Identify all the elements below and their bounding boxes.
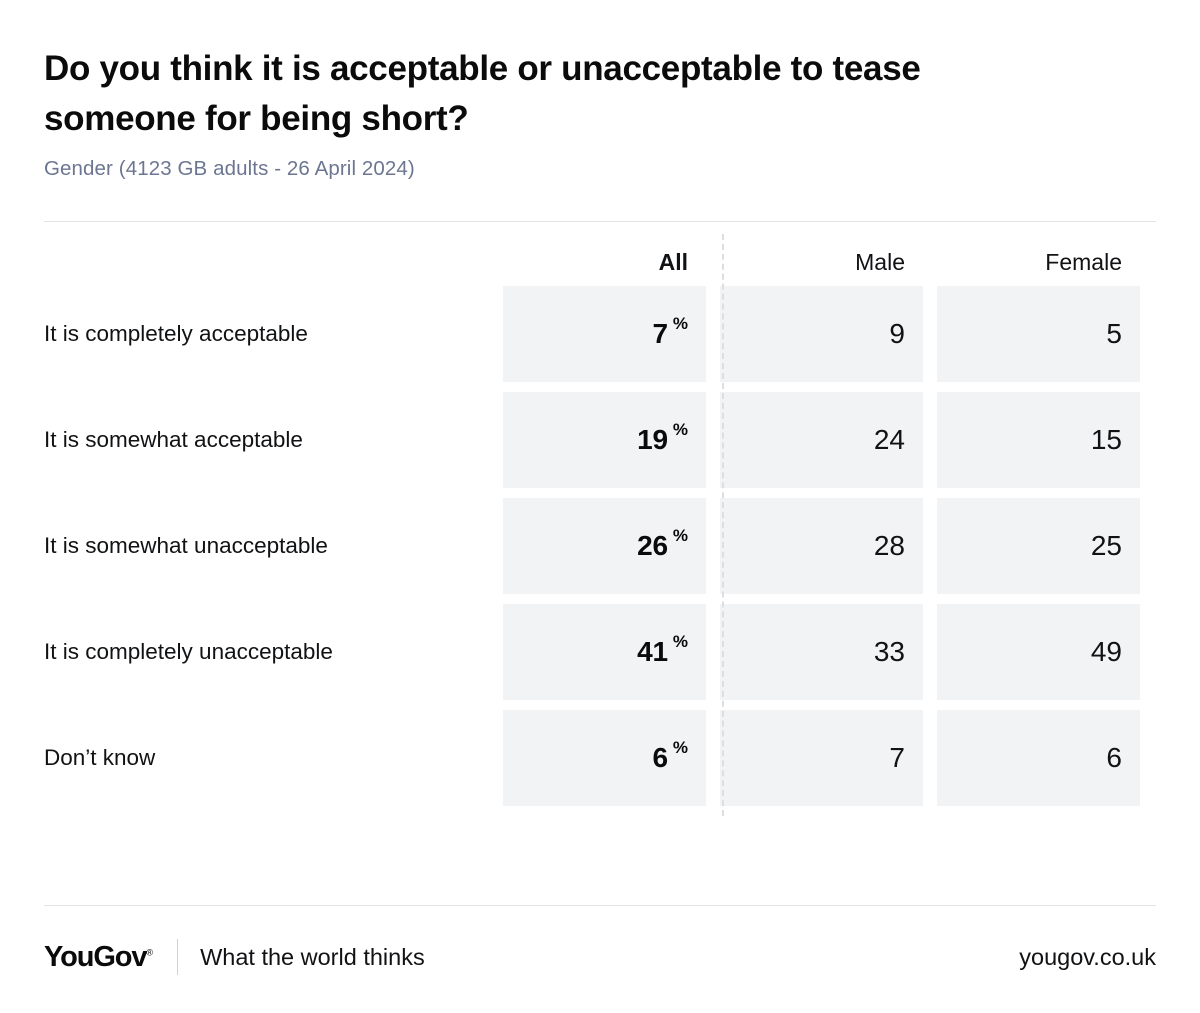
cell-female: 49 xyxy=(937,604,1140,701)
cell-value: 7 xyxy=(652,318,669,350)
row-label: It is completely acceptable xyxy=(44,321,308,347)
cell-all: 19% xyxy=(503,392,706,489)
cell-value: 28 xyxy=(873,530,905,562)
cell-all: 7% xyxy=(503,286,706,383)
all-column-divider xyxy=(722,234,724,817)
percent-symbol: % xyxy=(672,632,688,652)
cell-value: 5 xyxy=(1106,318,1122,350)
cell-value: 41 xyxy=(637,636,668,668)
cell-male: 33 xyxy=(720,604,923,701)
cell-male: 7 xyxy=(720,710,923,807)
website-url: yougov.co.uk xyxy=(1019,943,1156,970)
cell-value: 6 xyxy=(1106,742,1122,774)
table-row: It is completely acceptable 7% 9 5 xyxy=(44,286,1156,383)
cell-value: 6 xyxy=(652,742,669,774)
column-header-all: All xyxy=(658,249,688,276)
page-title: Do you think it is acceptable or unaccep… xyxy=(44,49,921,138)
cell-all: 41% xyxy=(503,604,706,701)
cell-value: 9 xyxy=(889,318,905,350)
card-header: Do you think it is acceptable or unaccep… xyxy=(44,0,1156,181)
percent-symbol: % xyxy=(672,314,688,334)
yougov-logo: YouGov® xyxy=(44,941,157,974)
percent-symbol: % xyxy=(672,420,688,440)
row-label: Don’t know xyxy=(44,745,156,771)
results-table: All Male Female It is completely accepta… xyxy=(44,222,1156,817)
cell-female: 25 xyxy=(937,498,1140,595)
footer-divider xyxy=(44,905,1156,906)
cell-value: 25 xyxy=(1090,530,1122,562)
cell-male: 28 xyxy=(720,498,923,595)
row-label: It is completely unacceptable xyxy=(44,639,333,665)
cell-female: 15 xyxy=(937,392,1140,489)
cell-value: 19 xyxy=(637,424,668,456)
brand-tagline: What the world thinks xyxy=(200,943,425,970)
table-header-row: All Male Female xyxy=(44,222,1156,276)
cell-all: 6% xyxy=(503,710,706,807)
yougov-wordmark: YouGov xyxy=(44,940,148,973)
cell-value: 7 xyxy=(889,742,905,774)
cell-female: 5 xyxy=(937,286,1140,383)
row-label: It is somewhat unacceptable xyxy=(44,533,328,559)
table-row: It is completely unacceptable 41% 33 49 xyxy=(44,604,1156,701)
header-spacer xyxy=(44,222,489,276)
cell-value: 24 xyxy=(873,424,905,456)
brand-lockup: YouGov® What the world thinks xyxy=(44,939,425,975)
cell-male: 24 xyxy=(720,392,923,489)
table-row: It is somewhat acceptable 19% 24 15 xyxy=(44,392,1156,489)
poll-result-card: Do you think it is acceptable or unaccep… xyxy=(0,0,1200,1013)
cell-value: 26 xyxy=(637,530,668,562)
percent-symbol: % xyxy=(672,526,688,546)
cell-female: 6 xyxy=(937,710,1140,807)
row-label: It is somewhat acceptable xyxy=(44,427,303,453)
page-subtitle: Gender (4123 GB adults - 26 April 2024) xyxy=(44,157,415,181)
cell-all: 26% xyxy=(503,498,706,595)
table-row: Don’t know 6% 7 6 xyxy=(44,710,1156,807)
table-row: It is somewhat unacceptable 26% 28 25 xyxy=(44,498,1156,595)
cell-value: 33 xyxy=(873,636,905,668)
brand-separator xyxy=(177,939,179,975)
percent-symbol: % xyxy=(672,738,688,758)
cell-value: 49 xyxy=(1090,636,1122,668)
column-header-male: Male xyxy=(855,249,905,276)
cell-male: 9 xyxy=(720,286,923,383)
registered-trademark-icon: ® xyxy=(146,946,154,957)
cell-value: 15 xyxy=(1090,424,1122,456)
column-header-female: Female xyxy=(1045,249,1122,276)
card-footer: YouGov® What the world thinks yougov.co.… xyxy=(44,905,1156,975)
